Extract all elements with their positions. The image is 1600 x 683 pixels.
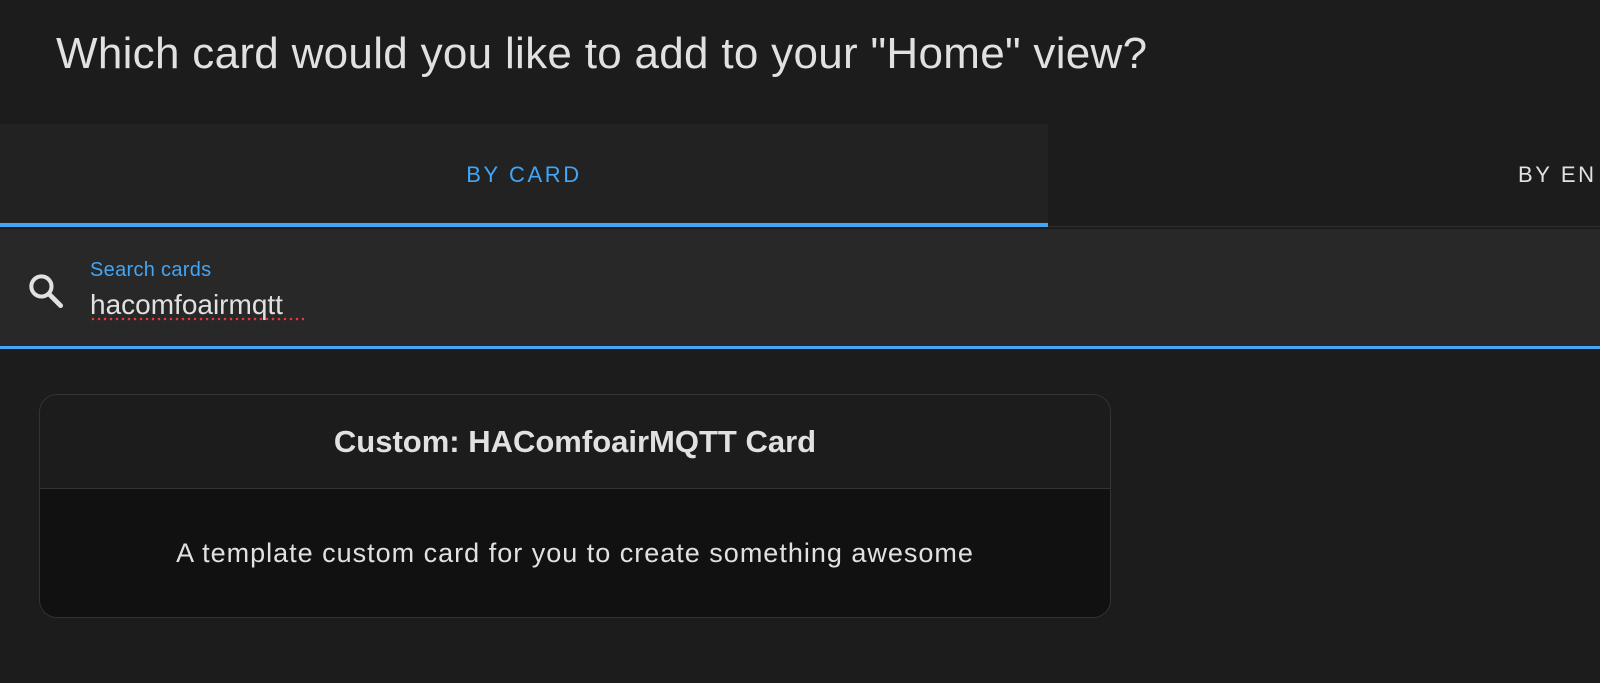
card-description: A template custom card for you to create… xyxy=(40,489,1110,617)
card-result[interactable]: Custom: HAComfoairMQTT Card A template c… xyxy=(39,394,1111,618)
add-card-dialog: Which card would you like to add to your… xyxy=(0,0,1600,683)
tab-by-entity[interactable]: BY EN xyxy=(1048,124,1600,226)
search-icon xyxy=(29,274,64,309)
tab-by-card-label: BY CARD xyxy=(466,162,582,187)
tab-by-card[interactable]: BY CARD xyxy=(0,124,1048,227)
card-title: Custom: HAComfoairMQTT Card xyxy=(40,395,1110,489)
active-tab-indicator xyxy=(0,223,1048,227)
tab-by-entity-label: BY EN xyxy=(1518,162,1597,187)
search-underline xyxy=(0,346,1600,349)
dialog-title: Which card would you like to add to your… xyxy=(56,29,1148,78)
tab-bar: BY CARD BY EN xyxy=(0,124,1600,227)
search-label: Search cards xyxy=(90,259,212,281)
search-input[interactable] xyxy=(88,285,1572,325)
search-field[interactable]: Search cards xyxy=(0,229,1600,349)
spellcheck-underline xyxy=(90,317,304,321)
